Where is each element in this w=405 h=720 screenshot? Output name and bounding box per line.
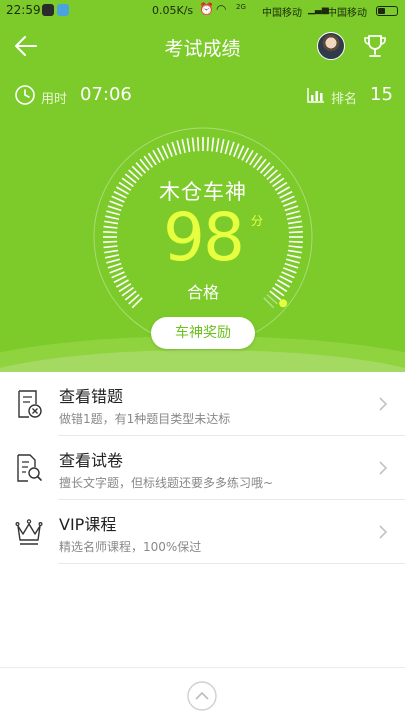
stats-row: 用时 07:06 排名 15 (0, 82, 405, 110)
nav-bar: 考试成绩 (0, 26, 405, 66)
qq-notification-icon (42, 4, 54, 16)
result-menu: 查看错题 做错1题，有1种题目类型未达标 查看试卷 擅长文字题，但标线题还要多多… (0, 372, 405, 564)
carrier-2: 中国移动 (327, 8, 367, 19)
status-time: 22:59 (6, 3, 41, 17)
menu-title: 查看试卷 (59, 451, 124, 470)
gauge-tick (186, 138, 191, 153)
battery-icon (376, 6, 398, 16)
time-label: 用时 (41, 92, 68, 107)
app-notification-icon (57, 4, 69, 16)
score-unit: 分 (251, 214, 264, 228)
chevron-right-icon (379, 525, 388, 539)
menu-item-wrong-questions[interactable]: 查看错题 做错1题，有1种题目类型未达标 (0, 372, 405, 436)
menu-title: VIP课程 (59, 515, 117, 534)
menu-subtitle: 擅长文字题，但标线题还要多多练习哦~ (59, 476, 274, 490)
bar-chart-icon (307, 88, 324, 103)
score-value: 98 (163, 199, 245, 276)
gauge-tick (228, 141, 235, 156)
time-value: 07:06 (80, 84, 132, 105)
status-bar: 22:59 0.05K/s ⏰ ◠ 2G 中国移动 ▁▃▅ 中国移动 (0, 0, 405, 22)
rank-label: 排名 (331, 92, 358, 107)
carrier-1: 中国移动 (262, 8, 302, 19)
clock-icon (15, 85, 35, 105)
wifi-icon: ◠ (216, 2, 227, 16)
pass-status: 合格 (186, 283, 219, 302)
menu-item-vip-course[interactable]: VIP课程 精选名师课程，100%保过 (0, 500, 405, 564)
rank-value: 15 (370, 84, 393, 105)
gauge-tick (191, 137, 195, 152)
reward-button[interactable]: 车神奖励 (151, 317, 255, 349)
gauge-tick (233, 143, 240, 157)
gauge-tick (166, 143, 173, 157)
gauge-tick (176, 140, 182, 155)
gauge-tick (161, 145, 169, 159)
network-type: 2G (236, 3, 246, 11)
network-speed: 0.05K/s (152, 4, 194, 17)
gauge-tick (206, 137, 210, 152)
score-header: 22:59 0.05K/s ⏰ ◠ 2G 中国移动 ▁▃▅ 中国移动 考试成绩 (0, 0, 405, 372)
chevron-right-icon (379, 461, 388, 475)
gauge-tick (237, 145, 245, 159)
exam-result-screen: 22:59 0.05K/s ⏰ ◠ 2G 中国移动 ▁▃▅ 中国移动 考试成绩 (0, 0, 405, 720)
gauge-tick (196, 137, 200, 152)
crown-icon (15, 519, 43, 545)
menu-title: 查看错题 (59, 387, 124, 406)
menu-subtitle: 精选名师课程，100%保过 (59, 540, 202, 554)
gauge-tick (224, 140, 230, 155)
gauge-tick (171, 141, 178, 156)
menu-subtitle: 做错1题，有1种题目类型未达标 (59, 412, 231, 426)
alarm-icon: ⏰ (199, 2, 214, 16)
bottom-bar (0, 667, 405, 720)
gauge-tick (215, 138, 220, 153)
divider (58, 563, 405, 564)
avatar[interactable] (317, 32, 345, 60)
gauge-tick (181, 139, 186, 154)
chevron-up-icon[interactable] (186, 680, 218, 712)
chevron-right-icon (379, 397, 388, 411)
gauge-tick (220, 139, 225, 154)
exam-paper-search-icon (17, 454, 42, 482)
signal-icon: ▁▃▅ (308, 5, 329, 15)
trophy-icon[interactable] (360, 31, 390, 61)
gauge-tick (211, 137, 215, 152)
score-gauge: 木仓车神 98 分 合格 (92, 126, 314, 348)
menu-item-exam-paper[interactable]: 查看试卷 擅长文字题，但标线题还要多多练习哦~ (0, 436, 405, 500)
wrong-questions-icon (18, 390, 42, 418)
